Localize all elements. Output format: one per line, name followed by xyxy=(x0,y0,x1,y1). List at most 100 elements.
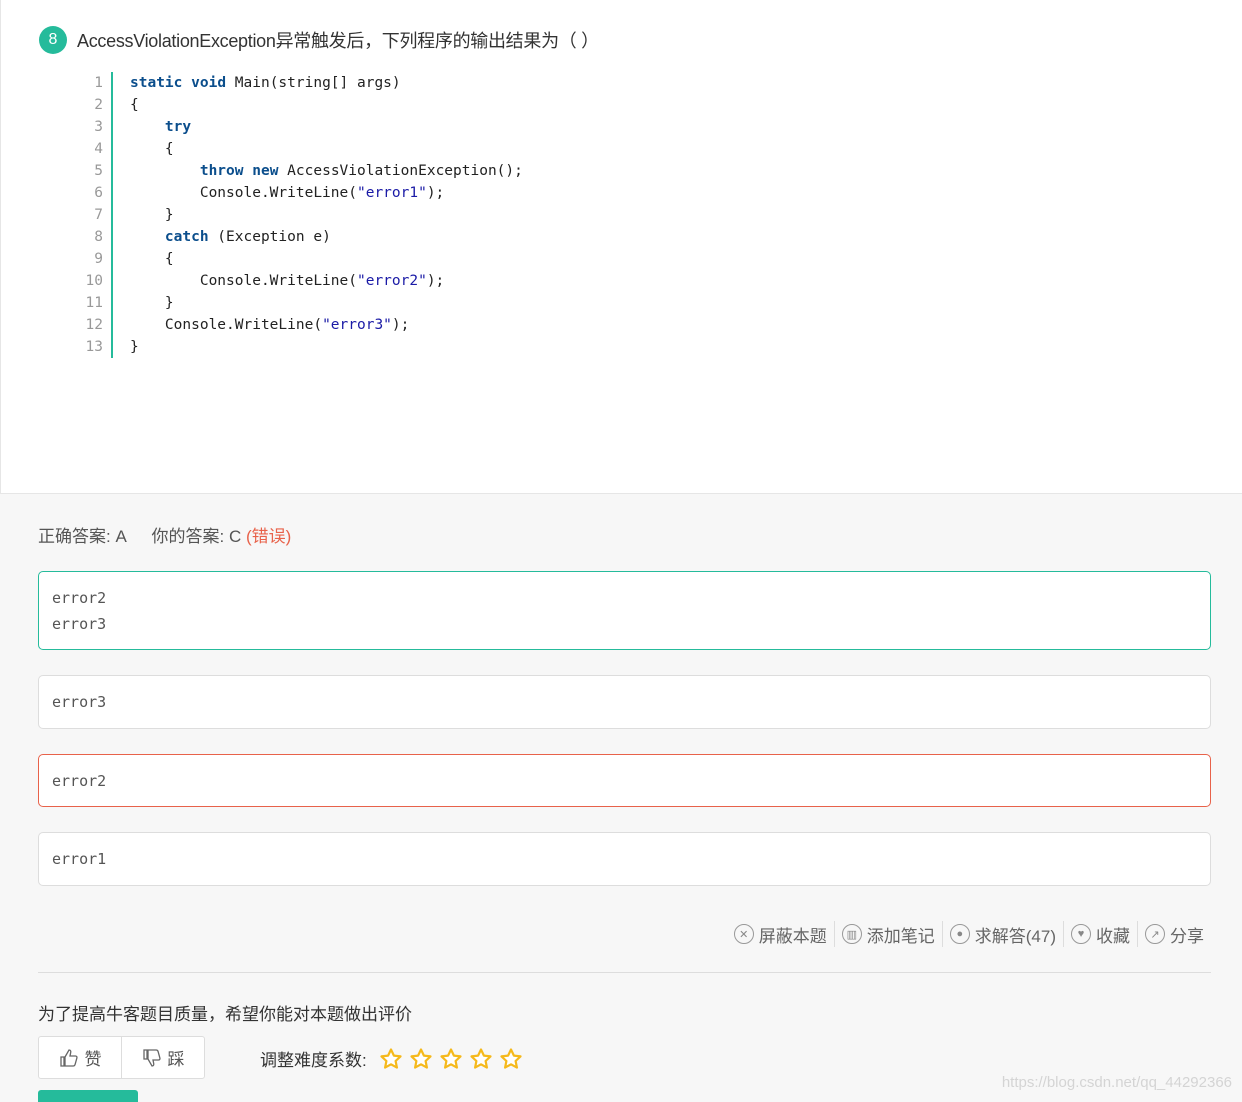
line-number: 3 xyxy=(94,119,103,135)
code-gutter xyxy=(111,116,113,138)
code-line: 9 { xyxy=(79,248,523,270)
star-icon[interactable] xyxy=(409,1047,433,1071)
code-token: { xyxy=(130,141,174,157)
divider xyxy=(38,972,1211,973)
block-question-label: 屏蔽本题 xyxy=(758,926,827,946)
code-keyword: void xyxy=(191,75,227,91)
correct-answer: 正确答案: A xyxy=(38,527,127,546)
line-number: 13 xyxy=(85,339,103,355)
code-string: "error3" xyxy=(322,317,392,333)
question-header: 8 AccessViolationException异常触发后，下列程序的输出结… xyxy=(39,26,599,54)
star-icon[interactable] xyxy=(439,1047,463,1071)
add-note-label: 添加笔记 xyxy=(866,926,935,946)
line-number: 12 xyxy=(85,317,103,333)
close-circle-icon: ✕ xyxy=(733,924,754,944)
line-number: 7 xyxy=(94,207,103,223)
code-token: Console.WriteLine( xyxy=(130,185,357,201)
code-keyword: catch xyxy=(164,229,209,245)
code-gutter xyxy=(111,138,113,160)
add-note-button[interactable]: ▥ 添加笔记 xyxy=(833,921,942,947)
line-number: 1 xyxy=(94,75,103,91)
line-number: 10 xyxy=(85,273,103,289)
code-line: 12 Console.WriteLine("error3"); xyxy=(79,314,523,336)
code-line: 13} xyxy=(79,336,523,358)
line-number: 11 xyxy=(85,295,103,311)
code-keyword: try xyxy=(164,119,192,135)
line-number: 2 xyxy=(94,97,103,113)
code-token: ); xyxy=(426,273,445,289)
option-line: error3 xyxy=(52,693,107,711)
option-line: error1 xyxy=(52,850,107,868)
code-block: 1 static void Main(string[] args) 2{3 try 4… xyxy=(79,72,523,358)
code-text: static void Main(string[] args) xyxy=(130,72,401,94)
code-line: 10 Console.WriteLine("error2"); xyxy=(79,270,523,292)
star-icon[interactable] xyxy=(469,1047,493,1071)
code-gutter xyxy=(111,292,113,314)
option-c[interactable]: error2 xyxy=(38,754,1211,807)
code-token: ); xyxy=(426,185,445,201)
code-token: ); xyxy=(391,317,410,333)
code-token: { xyxy=(130,251,174,267)
star-icon[interactable] xyxy=(379,1047,403,1071)
option-b[interactable]: error3 xyxy=(38,675,1211,729)
watermark: https://blog.csdn.net/qq_44292366 xyxy=(1001,1074,1232,1091)
code-keyword: throw xyxy=(199,163,244,179)
option-d[interactable]: error1 xyxy=(38,832,1211,886)
code-text: catch (Exception e) xyxy=(130,226,331,248)
share-button[interactable]: ↗ 分享 xyxy=(1137,921,1211,947)
like-button[interactable]: 赞 xyxy=(39,1037,121,1078)
option-line: error3 xyxy=(52,614,107,633)
star-icon[interactable] xyxy=(499,1047,523,1071)
answer-verdict: (错误) xyxy=(246,527,292,546)
code-text: } xyxy=(130,336,139,358)
vote-group: 赞 踩 xyxy=(38,1036,205,1079)
code-text: try xyxy=(130,116,191,138)
heart-icon: ♥ xyxy=(1071,924,1091,944)
dislike-button[interactable]: 踩 xyxy=(121,1037,204,1078)
option-a[interactable]: error2 error3 xyxy=(38,571,1211,650)
dislike-label: 踩 xyxy=(167,1050,185,1069)
code-line: 6 Console.WriteLine("error1"); xyxy=(79,182,523,204)
code-gutter xyxy=(111,94,113,116)
code-text: { xyxy=(130,138,174,160)
favorite-label: 收藏 xyxy=(1096,926,1130,946)
code-string: "error2" xyxy=(356,273,427,289)
code-gutter xyxy=(111,248,113,270)
code-gutter xyxy=(111,270,113,292)
code-text: Console.WriteLine("error1"); xyxy=(130,182,444,204)
code-token: { xyxy=(130,97,139,113)
code-token: Console.WriteLine( xyxy=(130,273,357,289)
code-token: (Exception e) xyxy=(208,229,331,245)
difficulty-stars xyxy=(379,1047,529,1071)
option-line: error2 xyxy=(52,771,107,790)
submit-rating-button[interactable] xyxy=(38,1090,138,1102)
line-number: 9 xyxy=(94,251,103,267)
share-icon: ↗ xyxy=(1145,924,1165,944)
code-text: } xyxy=(130,292,174,314)
block-question-button[interactable]: ✕ 屏蔽本题 xyxy=(727,921,834,947)
answer-summary: 正确答案: A 你的答案: C (错误) xyxy=(38,522,291,547)
code-text: { xyxy=(130,94,139,116)
your-answer: 你的答案: C xyxy=(151,527,242,546)
book-icon: ▥ xyxy=(841,924,862,944)
code-line: 3 try xyxy=(79,116,523,138)
code-text: throw new AccessViolationException(); xyxy=(130,160,523,182)
ask-solution-button[interactable]: ● 求解答(47) xyxy=(941,921,1063,947)
code-text: Console.WriteLine("error3"); xyxy=(130,314,409,336)
code-text: } xyxy=(130,204,174,226)
code-gutter xyxy=(111,314,113,336)
code-line: 8 catch (Exception e) xyxy=(79,226,523,248)
code-line: 7 } xyxy=(79,204,523,226)
line-number: 8 xyxy=(94,229,103,245)
code-text: { xyxy=(130,248,174,270)
rating-prompt: 为了提高牛客题目质量，希望你能对本题做出评价 xyxy=(38,1005,412,1024)
code-line: 1 static void Main(string[] args) xyxy=(79,72,523,94)
question-title: AccessViolationException异常触发后，下列程序的输出结果为… xyxy=(77,31,599,51)
code-gutter xyxy=(111,160,113,182)
difficulty-label: 调整难度系数: xyxy=(260,1051,367,1070)
code-line: 4 { xyxy=(79,138,523,160)
favorite-button[interactable]: ♥ 收藏 xyxy=(1063,921,1137,947)
